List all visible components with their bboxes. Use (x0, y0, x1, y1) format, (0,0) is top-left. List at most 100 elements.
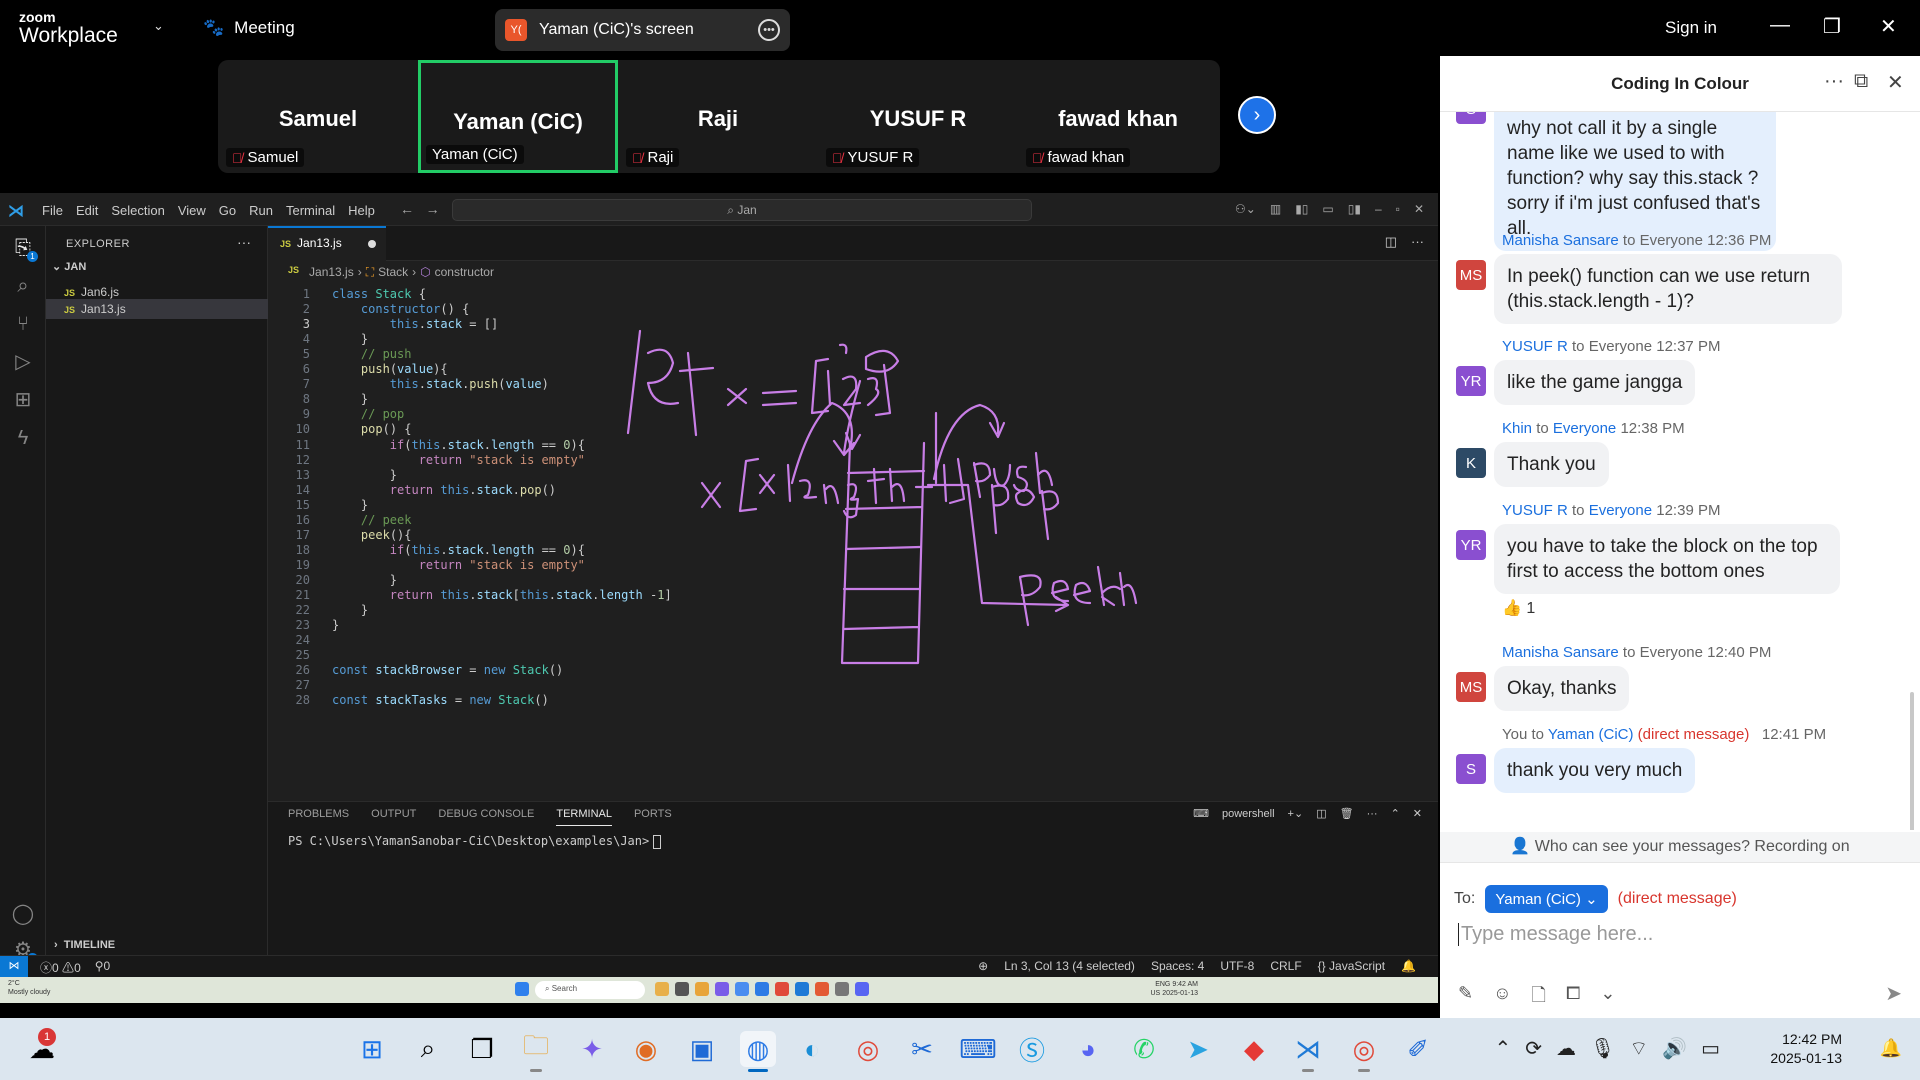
microphone-icon[interactable]: 🎙 (1590, 1036, 1615, 1061)
menu-selection[interactable]: Selection (111, 203, 164, 218)
screen-share-pill[interactable]: Y( Yaman (CiC)'s screen ••• (495, 9, 790, 51)
zoom-icon[interactable]: ◍ (740, 1031, 776, 1072)
tab-problems[interactable]: PROBLEMS (288, 808, 349, 826)
message-bubble[interactable]: Thank you (1494, 442, 1609, 487)
snipping-tool-icon[interactable]: ✂ (904, 1031, 940, 1067)
menu-terminal[interactable]: Terminal (286, 203, 335, 218)
file-explorer-icon[interactable]: 🗀 (518, 1030, 554, 1072)
participant-tile[interactable]: Samuel 🎙̸ Samuel (218, 60, 418, 173)
more-icon[interactable]: ••• (758, 19, 780, 41)
recipient-name[interactable]: Everyone (1589, 502, 1652, 519)
chrome-icon[interactable]: ◎ (850, 1031, 886, 1067)
tab-debug-console[interactable]: DEBUG CONSOLE (438, 808, 534, 826)
split-editor-icon[interactable]: ◫ (1385, 234, 1397, 250)
line-ending[interactable]: CRLF (1270, 959, 1301, 973)
screenshot-icon[interactable]: ⧠ (1566, 983, 1580, 1013)
indentation[interactable]: Spaces: 4 (1151, 959, 1204, 973)
speaker-icon[interactable]: 🔊 (1662, 1036, 1687, 1061)
sender-name[interactable]: Khin (1502, 420, 1532, 437)
thumbs-up-reaction[interactable]: 👍 1 (1502, 598, 1535, 618)
add-terminal-icon[interactable]: +⌄ (1288, 807, 1304, 820)
recipient-name[interactable]: Everyone (1553, 420, 1616, 437)
zoom-icon[interactable]: ⊕ (978, 959, 988, 973)
skype-icon[interactable]: Ⓢ (1014, 1031, 1050, 1067)
menu-help[interactable]: Help (348, 203, 375, 218)
menu-go[interactable]: Go (219, 203, 236, 218)
copilot-icon[interactable]: ✦ (574, 1031, 610, 1067)
task-view-icon[interactable]: ❐ (464, 1031, 500, 1067)
participant-tile[interactable]: fawad khan 🎙̸ fawad khan (1018, 60, 1218, 173)
unsaved-dot-icon[interactable] (368, 240, 376, 248)
more-icon[interactable]: ··· (1824, 70, 1844, 93)
lightning-icon[interactable]: ϟ (11, 426, 35, 450)
terminal-output[interactable]: PS C:\Users\YamanSanobar-CiC\Desktop\exa… (288, 834, 662, 849)
sidebar-toggle-icon[interactable]: ▮▯ (1295, 202, 1308, 216)
folder-jan[interactable]: ⌄ JAN (52, 260, 86, 273)
menu-view[interactable]: View (178, 203, 206, 218)
send-icon[interactable]: ➤ (1885, 981, 1902, 1006)
minimize-icon[interactable]: — (1770, 14, 1790, 37)
restore-icon[interactable]: ❐ (1823, 14, 1841, 39)
sender-name[interactable]: Manisha Sansare (1502, 644, 1619, 661)
store-icon[interactable]: ▣ (684, 1031, 720, 1067)
menu-file[interactable]: File (42, 203, 63, 218)
command-center-search[interactable]: ⌕ Jan (452, 199, 1032, 221)
chevron-down-icon[interactable]: ⌄ (153, 18, 164, 34)
nav-arrows[interactable]: ← → (400, 201, 440, 217)
whatsapp-icon[interactable]: ✆ (1126, 1031, 1162, 1067)
encoding[interactable]: UTF-8 (1220, 959, 1254, 973)
participant-tile[interactable]: YUSUF R 🎙̸ YUSUF R (818, 60, 1018, 173)
source-control-icon[interactable]: ⑂ (11, 312, 35, 336)
keyboard-app-icon[interactable]: ⌨ (959, 1031, 997, 1067)
sign-in-button[interactable]: Sign in (1665, 18, 1717, 38)
paint-icon[interactable]: ✐ (1400, 1031, 1436, 1067)
close-icon[interactable]: ✕ (1414, 202, 1424, 216)
firefox-icon[interactable]: ◉ (628, 1031, 664, 1067)
copilot-icon[interactable]: ⚇⌄ (1235, 202, 1256, 216)
message-bubble[interactable]: like the game jangga (1494, 360, 1696, 405)
minimize-icon[interactable]: – (1375, 202, 1382, 216)
message-bubble[interactable]: why not call it by a single name like we… (1494, 112, 1776, 251)
more-icon[interactable]: ··· (1411, 234, 1424, 250)
visibility-notice[interactable]: 👤 Who can see your messages? Recording o… (1440, 832, 1920, 862)
tab-terminal[interactable]: TERMINAL (556, 808, 612, 826)
telegram-icon[interactable]: ➤ (1180, 1031, 1216, 1067)
chevron-up-icon[interactable]: ⌃ (1494, 1036, 1511, 1061)
close-icon[interactable]: ✕ (1880, 14, 1897, 39)
message-bubble[interactable]: you have to take the block on the top fi… (1494, 524, 1840, 594)
editor-tab[interactable]: JS Jan13.js (268, 226, 386, 261)
sender-name[interactable]: YUSUF R (1502, 502, 1568, 519)
message-input[interactable]: Type message here... (1458, 923, 1653, 946)
message-bubble[interactable]: thank you very much (1494, 748, 1696, 793)
close-icon[interactable]: ✕ (1887, 70, 1904, 95)
chrome-profile-icon[interactable]: ◎ (1346, 1031, 1382, 1072)
file-item-selected[interactable]: JS Jan13.js (46, 299, 268, 319)
ports-status[interactable]: ⚲0 (95, 959, 110, 976)
timeline-section[interactable]: › TIMELINE (54, 939, 115, 951)
chat-scrollbar[interactable] (1910, 692, 1914, 830)
search-icon[interactable]: ⌕ (11, 274, 35, 298)
panel-toggle-icon[interactable]: ▭ (1322, 202, 1333, 216)
search-icon[interactable]: ⌕ (410, 1031, 446, 1067)
restore-icon[interactable]: ▫ (1396, 202, 1400, 216)
code-editor[interactable]: 1 class Stack {2 constructor() {3 this.st… (268, 285, 1438, 707)
bell-icon[interactable]: 🔔 (1401, 959, 1416, 973)
cursor-position[interactable]: Ln 3, Col 13 (4 selected) (1004, 959, 1135, 973)
sender-name[interactable]: Manisha Sansare (1502, 232, 1619, 249)
trash-icon[interactable]: 🗑 (1340, 807, 1354, 820)
breadcrumb-item[interactable]: Jan13.js (309, 265, 354, 280)
notification-bell-icon[interactable]: 🔔 (1880, 1038, 1902, 1059)
participant-tile-active[interactable]: Yaman (CiC) Yaman (CiC) (418, 60, 618, 173)
participant-tile[interactable]: Raji 🎙̸ Raji (618, 60, 818, 173)
vscode-icon[interactable]: ⋊ (1290, 1031, 1326, 1072)
recipient-select[interactable]: Yaman (CiC) ⌄ (1485, 885, 1608, 913)
remote-icon[interactable]: ⋈ (0, 956, 28, 977)
popout-icon[interactable]: ⧉ (1854, 70, 1868, 93)
more-icon[interactable]: ··· (1367, 808, 1378, 820)
secondary-sidebar-icon[interactable]: ▯▮ (1348, 202, 1361, 216)
shell-label[interactable]: powershell (1222, 808, 1275, 820)
breadcrumb-item[interactable]: constructor (435, 265, 494, 280)
more-icon[interactable]: ··· (237, 234, 251, 250)
account-icon[interactable]: ◯ (11, 902, 35, 926)
file-icon[interactable]: 🗋 (1531, 983, 1545, 1013)
